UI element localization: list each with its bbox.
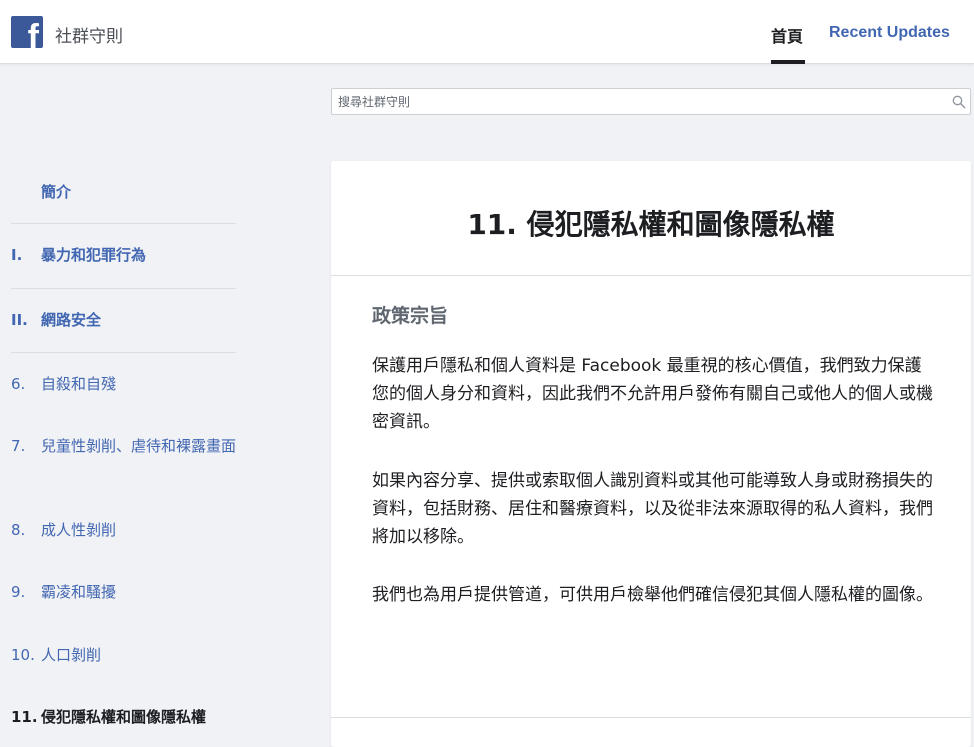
paragraph: 如果內容分享、提供或索取個人識別資料或其他可能導致人身或財務損失的資料，包括財務… bbox=[372, 471, 933, 547]
bottom-divider bbox=[331, 717, 971, 718]
search-input[interactable] bbox=[338, 93, 938, 111]
nav-home-link[interactable]: 首頁 bbox=[771, 23, 803, 47]
sidebar-item-label: 簡介 bbox=[41, 183, 72, 201]
sidebar-item-number: 9. bbox=[11, 583, 26, 601]
sidebar-item-number: 10. bbox=[11, 646, 35, 664]
facebook-logo[interactable]: f bbox=[11, 16, 43, 48]
content-card: 11. 侵犯隱私權和圖像隱私權 政策宗旨 保護用戶隱私和個人資料是 Facebo… bbox=[331, 161, 971, 747]
page-title: 11. 侵犯隱私權和圖像隱私權 bbox=[467, 208, 835, 241]
search-box[interactable] bbox=[331, 88, 971, 115]
sidebar-item-label: 兒童性剝削、虐待和裸露畫面 bbox=[41, 437, 237, 455]
sidebar-item-number: II. bbox=[11, 311, 28, 329]
sidebar-item-number: I. bbox=[11, 246, 23, 264]
title-divider bbox=[331, 275, 971, 276]
sidebar-divider bbox=[11, 223, 236, 224]
paragraph: 我們也為用戶提供管道，可供用戶檢舉他們確信侵犯其個人隱私權的圖像。 bbox=[372, 585, 933, 605]
sidebar-divider bbox=[11, 352, 236, 353]
site-title[interactable]: 社群守則 bbox=[55, 22, 123, 47]
sidebar-item-label: 成人性剝削 bbox=[41, 521, 117, 539]
active-nav-indicator bbox=[771, 60, 805, 64]
sidebar-divider bbox=[11, 288, 236, 289]
sidebar-item-label: 暴力和犯罪行為 bbox=[41, 246, 147, 264]
top-header: f 社群守則 首頁 Recent Updates bbox=[0, 0, 974, 64]
sidebar-item-number: 8. bbox=[11, 521, 26, 539]
sidebar-item-number: 6. bbox=[11, 375, 26, 393]
sidebar-item-number: 7. bbox=[11, 437, 26, 455]
paragraph: 保護用戶隱私和個人資料是 Facebook 最重視的核心價值，我們致力保護您的個… bbox=[372, 356, 933, 432]
section-heading: 政策宗旨 bbox=[372, 305, 449, 327]
sidebar-item-label: 人口剝削 bbox=[41, 646, 102, 664]
facebook-f-icon: f bbox=[27, 18, 39, 48]
search-icon[interactable] bbox=[952, 95, 966, 109]
sidebar-item-label: 霸凌和騷擾 bbox=[41, 583, 117, 601]
sidebar-item-number: 11. bbox=[11, 708, 38, 726]
sidebar-item-label: 網路安全 bbox=[41, 311, 102, 329]
sidebar-item-label: 自殺和自殘 bbox=[41, 375, 117, 393]
nav-recent-updates-link[interactable]: Recent Updates bbox=[829, 24, 950, 42]
sidebar-item-label: 侵犯隱私權和圖像隱私權 bbox=[41, 708, 207, 726]
